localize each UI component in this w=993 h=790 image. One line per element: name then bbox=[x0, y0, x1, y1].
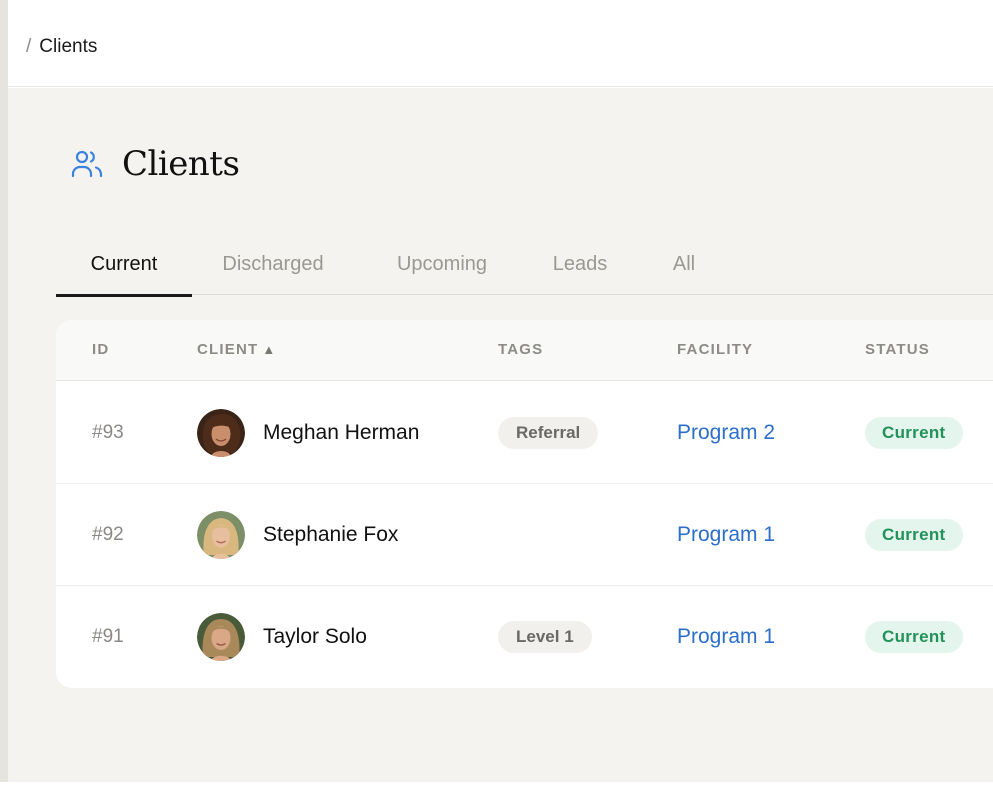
client-cell[interactable]: Taylor Solo bbox=[197, 586, 367, 687]
client-id: #92 bbox=[92, 523, 124, 545]
status-cell: Current bbox=[865, 484, 963, 585]
tab-all[interactable]: All bbox=[660, 234, 708, 295]
column-header-client[interactable]: CLIENT ▲ bbox=[197, 341, 276, 358]
table-row[interactable]: #93 Meghan Herman Referral Program 2 Cur… bbox=[56, 382, 993, 484]
tag-badge: Level 1 bbox=[498, 620, 592, 653]
avatar bbox=[197, 612, 245, 661]
top-bar: / Clients bbox=[8, 0, 993, 87]
tab-discharged[interactable]: Discharged bbox=[208, 234, 338, 295]
facility-cell: Program 2 bbox=[677, 382, 775, 483]
clients-table: ID CLIENT ▲ TAGS FACILITY STATUS #93 Meg… bbox=[56, 320, 993, 688]
column-header-client-label: CLIENT bbox=[197, 341, 259, 358]
table-row[interactable]: #91 Taylor Solo Level 1 Program 1 Curren… bbox=[56, 586, 993, 688]
client-cell[interactable]: Stephanie Fox bbox=[197, 484, 398, 585]
breadcrumb-current: Clients bbox=[39, 36, 98, 57]
tags-cell: Referral bbox=[498, 382, 599, 483]
facility-link[interactable]: Program 1 bbox=[677, 625, 775, 649]
app-page: / Clients Clients Current Discharged Upc… bbox=[0, 0, 993, 790]
client-name[interactable]: Taylor Solo bbox=[263, 625, 367, 649]
tag-badge: Referral bbox=[498, 416, 599, 449]
page-heading: Clients bbox=[70, 144, 240, 184]
client-cell[interactable]: Meghan Herman bbox=[197, 382, 419, 483]
facility-cell: Program 1 bbox=[677, 586, 775, 687]
avatar bbox=[197, 408, 245, 457]
tab-bar: Current Discharged Upcoming Leads All bbox=[56, 234, 993, 297]
tags-cell: Level 1 bbox=[498, 586, 592, 687]
column-header-id[interactable]: ID bbox=[92, 341, 109, 358]
breadcrumb-separator: / bbox=[26, 36, 32, 57]
sort-ascending-icon[interactable]: ▲ bbox=[262, 342, 276, 357]
sidebar-edge bbox=[0, 0, 8, 782]
column-header-status[interactable]: STATUS bbox=[865, 341, 930, 358]
facility-link[interactable]: Program 1 bbox=[677, 523, 775, 547]
status-cell: Current bbox=[865, 382, 963, 483]
tab-upcoming[interactable]: Upcoming bbox=[380, 234, 504, 295]
client-id: #91 bbox=[92, 625, 124, 647]
facility-cell: Program 1 bbox=[677, 484, 775, 585]
status-badge: Current bbox=[865, 416, 963, 449]
client-id: #93 bbox=[92, 421, 124, 443]
avatar bbox=[197, 510, 245, 559]
tab-leads[interactable]: Leads bbox=[540, 234, 620, 295]
client-name[interactable]: Stephanie Fox bbox=[263, 523, 398, 547]
column-header-facility[interactable]: FACILITY bbox=[677, 341, 753, 358]
table-header: ID CLIENT ▲ TAGS FACILITY STATUS bbox=[56, 320, 993, 381]
client-name[interactable]: Meghan Herman bbox=[263, 421, 419, 445]
column-header-tags[interactable]: TAGS bbox=[498, 341, 543, 358]
main-content: Clients Current Discharged Upcoming Lead… bbox=[8, 88, 993, 782]
status-badge: Current bbox=[865, 620, 963, 653]
status-cell: Current bbox=[865, 586, 963, 687]
table-row[interactable]: #92 Stephanie Fox Program 1 Current bbox=[56, 484, 993, 586]
facility-link[interactable]: Program 2 bbox=[677, 421, 775, 445]
users-icon bbox=[71, 150, 103, 178]
breadcrumb: / Clients bbox=[26, 36, 97, 58]
page-title: Clients bbox=[122, 144, 240, 184]
tab-current[interactable]: Current bbox=[56, 234, 192, 297]
status-badge: Current bbox=[865, 518, 963, 551]
